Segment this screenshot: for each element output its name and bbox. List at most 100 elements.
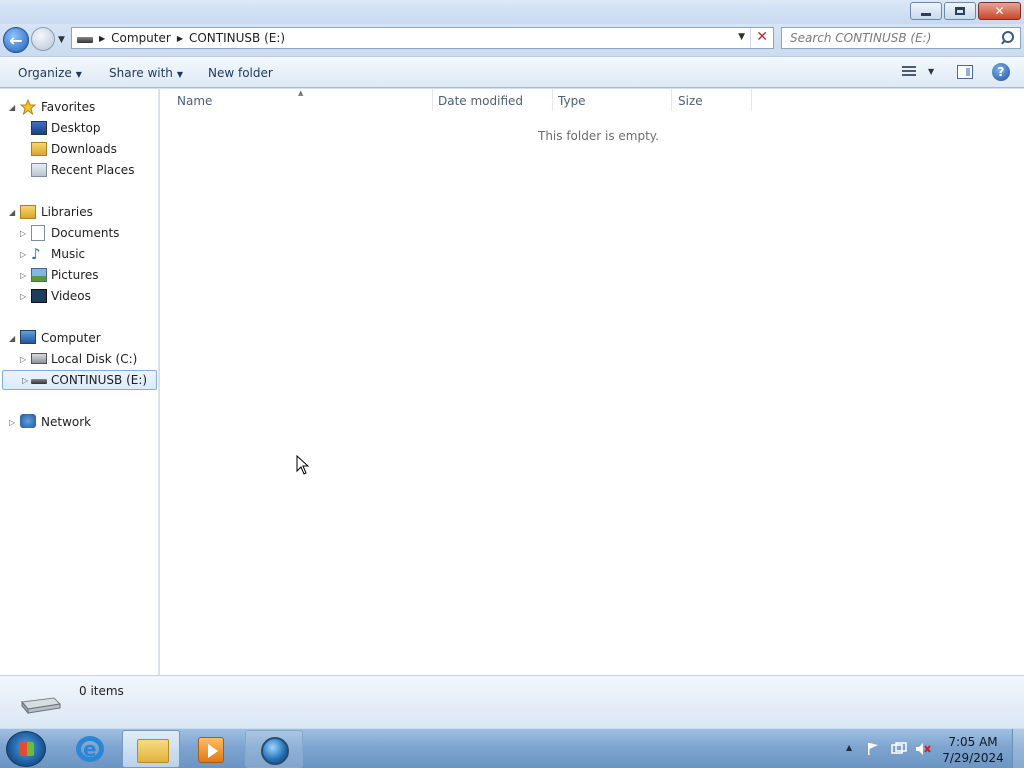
taskbar-media-player[interactable] bbox=[182, 730, 240, 768]
action-center-flag-icon[interactable] bbox=[866, 742, 880, 756]
expander-collapsed-icon[interactable]: ▷ bbox=[22, 376, 28, 385]
column-divider[interactable] bbox=[432, 89, 433, 111]
network-tray-icon[interactable] bbox=[891, 742, 907, 756]
column-header-size[interactable]: Size bbox=[678, 94, 703, 108]
sidebar-item-desktop[interactable]: Desktop bbox=[0, 118, 157, 138]
sidebar-item-pictures[interactable]: ▷ Pictures bbox=[0, 265, 157, 285]
internet-explorer-icon bbox=[76, 736, 104, 762]
sidebar-item-downloads[interactable]: Downloads bbox=[0, 139, 157, 159]
sidebar-item-label: Computer bbox=[41, 331, 101, 345]
breadcrumb-separator[interactable]: ▶ bbox=[99, 34, 105, 43]
sidebar-item-label: CONTINUSB (E:) bbox=[51, 373, 148, 387]
mouse-cursor-icon bbox=[296, 455, 310, 475]
sidebar-item-label: Pictures bbox=[51, 268, 99, 282]
clock-time: 7:05 AM bbox=[948, 735, 998, 749]
pictures-icon bbox=[31, 268, 47, 282]
sidebar-item-recent-places[interactable]: Recent Places bbox=[0, 160, 157, 180]
column-divider[interactable] bbox=[671, 89, 672, 111]
libraries-icon bbox=[20, 205, 36, 219]
share-with-button[interactable]: Share with ▼ bbox=[109, 66, 183, 80]
address-bar[interactable]: ▶ Computer ▶ CONTINUSB (E:) ▼ ✕ bbox=[71, 27, 774, 49]
restore-button[interactable] bbox=[944, 2, 976, 20]
recent-pages-dropdown[interactable]: ▼ bbox=[58, 35, 65, 45]
minimize-button[interactable] bbox=[910, 2, 942, 20]
expander-collapsed-icon[interactable]: ▷ bbox=[20, 271, 26, 280]
sidebar-item-label: Network bbox=[41, 415, 92, 429]
globe-icon bbox=[261, 737, 289, 765]
column-header-type[interactable]: Type bbox=[558, 94, 586, 108]
expander-collapsed-icon[interactable]: ▷ bbox=[20, 292, 26, 301]
taskbar-internet-explorer[interactable] bbox=[62, 730, 120, 768]
sidebar-item-local-disk[interactable]: ▷ Local Disk (C:) bbox=[0, 349, 157, 369]
expander-expanded-icon[interactable]: ◢ bbox=[9, 334, 15, 343]
chevron-down-icon: ▼ bbox=[176, 70, 184, 79]
downloads-folder-icon bbox=[31, 142, 47, 156]
help-icon[interactable]: ? bbox=[992, 63, 1010, 81]
show-hidden-icons-button[interactable]: ▲ bbox=[846, 743, 852, 752]
sidebar-item-favorites[interactable]: ◢ Favorites bbox=[0, 97, 157, 117]
empty-folder-message: This folder is empty. bbox=[538, 129, 659, 143]
organize-button[interactable]: Organize ▼ bbox=[18, 66, 82, 80]
close-button[interactable]: ✕ bbox=[978, 2, 1021, 20]
search-icon[interactable] bbox=[998, 29, 1016, 47]
window-titlebar: ✕ bbox=[0, 0, 1024, 24]
search-box[interactable]: Search CONTINUSB (E:) bbox=[781, 27, 1021, 49]
sidebar-item-libraries[interactable]: ◢ Libraries bbox=[0, 202, 157, 222]
view-options-dropdown[interactable]: ▼ bbox=[928, 67, 934, 76]
items-count: 0 items bbox=[79, 684, 124, 698]
chevron-down-icon: ▼ bbox=[75, 70, 82, 79]
back-button[interactable]: ← bbox=[3, 27, 29, 53]
sidebar-item-continusb[interactable]: ▷ CONTINUSB (E:) bbox=[2, 370, 157, 390]
videos-icon bbox=[31, 289, 47, 303]
column-header-name[interactable]: Name bbox=[177, 94, 212, 108]
expander-collapsed-icon[interactable]: ▷ bbox=[20, 229, 26, 238]
expander-collapsed-icon[interactable]: ▷ bbox=[9, 418, 15, 427]
desktop-icon bbox=[31, 121, 47, 135]
column-divider[interactable] bbox=[751, 89, 752, 111]
breadcrumb-separator[interactable]: ▶ bbox=[177, 34, 183, 43]
expander-expanded-icon[interactable]: ◢ bbox=[9, 208, 15, 217]
search-input[interactable]: Search CONTINUSB (E:) bbox=[790, 31, 998, 45]
sort-ascending-icon: ▲ bbox=[298, 89, 304, 97]
taskbar-windows-explorer[interactable] bbox=[122, 730, 180, 768]
sidebar-item-computer[interactable]: ◢ Computer bbox=[0, 328, 157, 348]
organize-label: Organize bbox=[18, 66, 72, 80]
address-divider bbox=[750, 28, 751, 48]
network-icon bbox=[20, 414, 36, 428]
sidebar-item-documents[interactable]: ▷ Documents bbox=[0, 223, 157, 243]
clock-date: 7/29/2024 bbox=[942, 751, 1004, 765]
forward-button[interactable] bbox=[31, 27, 55, 51]
back-arrow-icon: ← bbox=[9, 30, 23, 50]
sidebar-item-music[interactable]: ▷ ♪ Music bbox=[0, 244, 157, 264]
sidebar-item-label: Favorites bbox=[41, 100, 96, 114]
breadcrumb-computer[interactable]: Computer bbox=[111, 31, 171, 45]
navigation-pane: ◢ Favorites Desktop Downloads Recent Pla… bbox=[0, 89, 159, 675]
show-desktop-button[interactable] bbox=[1012, 729, 1024, 768]
stop-button[interactable]: ✕ bbox=[756, 29, 768, 45]
close-icon: ✕ bbox=[994, 4, 1005, 18]
sidebar-item-label: Desktop bbox=[51, 121, 101, 135]
drive-icon bbox=[77, 36, 93, 43]
expander-collapsed-icon[interactable]: ▷ bbox=[20, 355, 26, 364]
change-view-icon[interactable] bbox=[902, 66, 916, 78]
sidebar-item-network[interactable]: ▷ Network bbox=[0, 412, 157, 432]
file-list-pane[interactable]: ▲ Name Date modified Type Size This fold… bbox=[160, 89, 1024, 675]
volume-muted-icon[interactable] bbox=[915, 742, 931, 756]
column-header-date-modified[interactable]: Date modified bbox=[438, 94, 523, 108]
new-folder-button[interactable]: New folder bbox=[208, 66, 273, 80]
expander-collapsed-icon[interactable]: ▷ bbox=[20, 250, 26, 259]
column-divider[interactable] bbox=[552, 89, 553, 111]
taskbar-app-globe[interactable] bbox=[245, 730, 303, 768]
documents-icon bbox=[31, 225, 45, 241]
usb-drive-icon bbox=[31, 379, 47, 384]
preview-pane-icon[interactable] bbox=[957, 65, 973, 79]
breadcrumb-continusb[interactable]: CONTINUSB (E:) bbox=[189, 31, 285, 45]
address-dropdown[interactable]: ▼ bbox=[738, 32, 745, 42]
sidebar-item-videos[interactable]: ▷ Videos bbox=[0, 286, 157, 306]
start-button[interactable] bbox=[6, 731, 46, 767]
sidebar-item-label: Videos bbox=[51, 289, 91, 303]
usb-drive-large-icon bbox=[21, 697, 62, 715]
system-clock[interactable]: 7:05 AM 7/29/2024 bbox=[940, 734, 1006, 766]
minimize-icon bbox=[921, 12, 931, 16]
expander-expanded-icon[interactable]: ◢ bbox=[9, 103, 15, 112]
